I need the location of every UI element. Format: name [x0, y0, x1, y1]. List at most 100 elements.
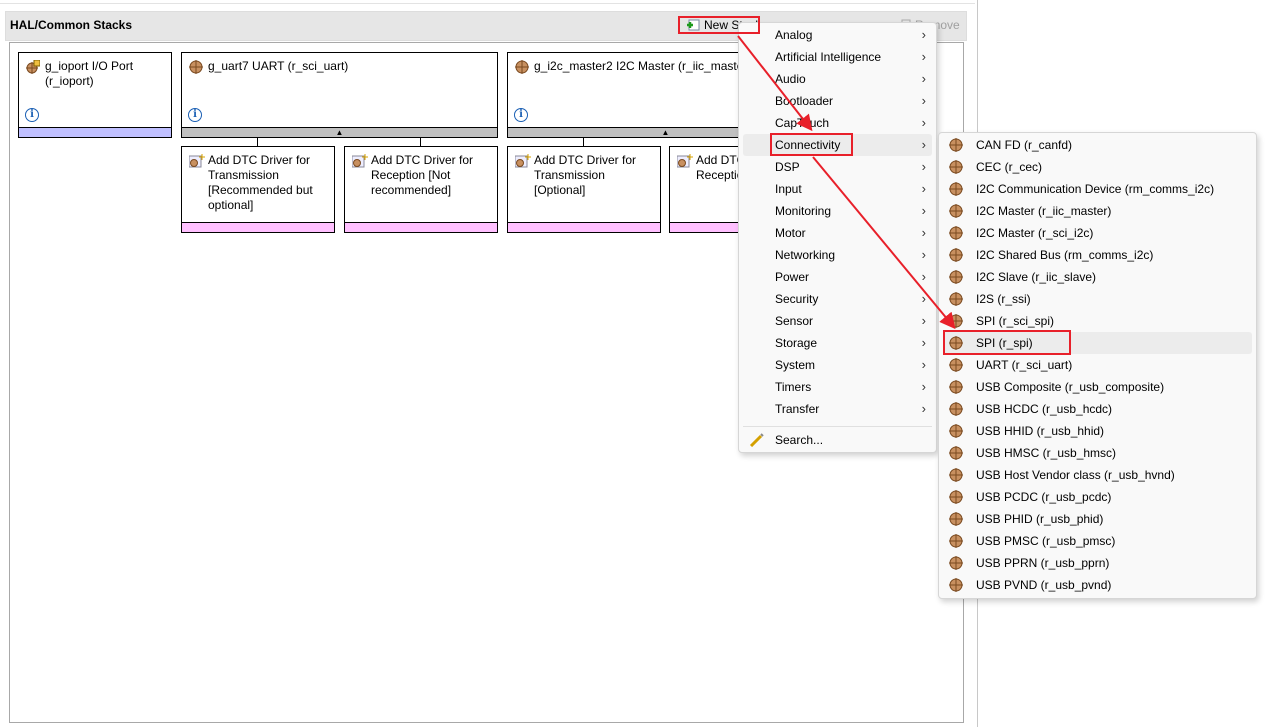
menu-item-analog[interactable]: Analog › [743, 24, 932, 46]
submenu-item[interactable]: USB PVND (r_usb_pvnd) [943, 574, 1252, 596]
module-icon [515, 60, 529, 74]
menu-item-monitoring[interactable]: Monitoring › [743, 200, 932, 222]
menu-item-networking[interactable]: Networking › [743, 244, 932, 266]
chevron-right-icon: › [921, 291, 926, 306]
menu-item-power[interactable]: Power › [743, 266, 932, 288]
module-icon [949, 424, 963, 438]
add-driver-icon [515, 154, 531, 168]
menu-separator [743, 426, 932, 427]
menu-item-artificial-intelligence[interactable]: Artificial Intelligence › [743, 46, 932, 68]
submenu-item[interactable]: CEC (r_cec) [943, 156, 1252, 178]
top-divider [0, 0, 975, 4]
annotation-box-new-stack [678, 16, 760, 34]
stack-card-uart[interactable]: g_uart7 UART (r_sci_uart) i ▲ [181, 52, 498, 138]
submenu-item[interactable]: I2S (r_ssi) [943, 288, 1252, 310]
info-icon[interactable]: i [25, 108, 39, 122]
submenu-item[interactable]: I2C Master (r_sci_i2c) [943, 222, 1252, 244]
module-icon [949, 160, 963, 174]
module-icon [949, 468, 963, 482]
chevron-right-icon: › [921, 269, 926, 284]
submenu-item[interactable]: USB HMSC (r_usb_hmsc) [943, 442, 1252, 464]
module-icon [949, 512, 963, 526]
child-card[interactable]: Add DTC Driver for Reception [Not recomm… [344, 146, 498, 233]
submenu-item[interactable]: USB Host Vendor class (r_usb_hvnd) [943, 464, 1252, 486]
menu-item-search[interactable]: Search... [743, 429, 932, 451]
submenu-item[interactable]: USB PHID (r_usb_phid) [943, 508, 1252, 530]
submenu-item[interactable]: USB PMSC (r_usb_pmsc) [943, 530, 1252, 552]
module-icon [949, 380, 963, 394]
submenu-item[interactable]: I2C Slave (r_iic_slave) [943, 266, 1252, 288]
add-driver-icon [189, 154, 205, 168]
collapse-band[interactable]: ▲ [182, 127, 497, 137]
info-icon[interactable]: i [188, 108, 202, 122]
child-band [182, 222, 334, 232]
menu-item-timers[interactable]: Timers › [743, 376, 932, 398]
connector [583, 137, 584, 146]
module-icon [949, 204, 963, 218]
module-icon [949, 446, 963, 460]
submenu-item[interactable]: I2C Shared Bus (rm_comms_i2c) [943, 244, 1252, 266]
chevron-right-icon: › [921, 115, 926, 130]
stack-card-ioport[interactable]: g_ioport I/O Port (r_ioport) i [18, 52, 172, 138]
menu-item-dsp[interactable]: DSP › [743, 156, 932, 178]
submenu-item[interactable]: USB Composite (r_usb_composite) [943, 376, 1252, 398]
menu-item-captouch[interactable]: CapTouch › [743, 112, 932, 134]
child-card[interactable]: Add DTC Driver for Transmission [Recomme… [181, 146, 335, 233]
menu-item-audio[interactable]: Audio › [743, 68, 932, 90]
submenu-item[interactable]: CAN FD (r_canfd) [943, 134, 1252, 156]
menu-item-input[interactable]: Input › [743, 178, 932, 200]
submenu-item[interactable]: USB HHID (r_usb_hhid) [943, 420, 1252, 442]
menu-item-security[interactable]: Security › [743, 288, 932, 310]
new-stack-menu: Search... Analog › Artificial Intelligence… [738, 22, 937, 453]
module-icon [949, 314, 963, 328]
chevron-right-icon: › [921, 225, 926, 240]
chevron-right-icon: › [921, 357, 926, 372]
module-icon [949, 534, 963, 548]
submenu-item[interactable]: I2C Master (r_iic_master) [943, 200, 1252, 222]
menu-item-sensor[interactable]: Sensor › [743, 310, 932, 332]
module-icon [949, 270, 963, 284]
chevron-right-icon: › [921, 379, 926, 394]
menu-item-system[interactable]: System › [743, 354, 932, 376]
module-icon [949, 292, 963, 306]
chevron-right-icon: › [921, 335, 926, 350]
panel-title: HAL/Common Stacks [10, 18, 133, 32]
submenu-item[interactable]: SPI (r_sci_spi) [943, 310, 1252, 332]
module-icon [949, 358, 963, 372]
menu-item-storage[interactable]: Storage › [743, 332, 932, 354]
child-band [508, 222, 660, 232]
annotation-box-spi [943, 330, 1071, 355]
menu-item-bootloader[interactable]: Bootloader › [743, 90, 932, 112]
chevron-right-icon: › [921, 71, 926, 86]
chevron-right-icon: › [921, 49, 926, 64]
chevron-right-icon: › [921, 93, 926, 108]
child-band [345, 222, 497, 232]
chevron-right-icon: › [921, 159, 926, 174]
submenu-item[interactable]: USB PCDC (r_usb_pcdc) [943, 486, 1252, 508]
menu-item-transfer[interactable]: Transfer › [743, 398, 932, 420]
module-icon [949, 182, 963, 196]
connector [420, 137, 421, 146]
stack-band [19, 127, 171, 137]
info-icon[interactable]: i [514, 108, 528, 122]
chevron-right-icon: › [921, 137, 926, 152]
submenu-item[interactable]: USB PPRN (r_usb_pprn) [943, 552, 1252, 574]
chevron-right-icon: › [921, 401, 926, 416]
chevron-right-icon: › [921, 247, 926, 262]
child-card[interactable]: Add DTC Driver for Transmission [Optiona… [507, 146, 661, 233]
chevron-right-icon: › [921, 27, 926, 42]
add-driver-icon [352, 154, 368, 168]
module-icon [26, 60, 40, 74]
submenu-item[interactable]: I2C Communication Device (rm_comms_i2c) [943, 178, 1252, 200]
connector [257, 137, 258, 146]
annotation-box-connectivity [770, 133, 853, 156]
chevron-right-icon: › [921, 203, 926, 218]
module-icon [949, 138, 963, 152]
submenu-item[interactable]: USB HCDC (r_usb_hcdc) [943, 398, 1252, 420]
submenu-item[interactable]: UART (r_sci_uart) [943, 354, 1252, 376]
module-icon [949, 226, 963, 240]
module-icon [949, 578, 963, 592]
add-driver-icon [677, 154, 693, 168]
module-icon [949, 490, 963, 504]
menu-item-motor[interactable]: Motor › [743, 222, 932, 244]
